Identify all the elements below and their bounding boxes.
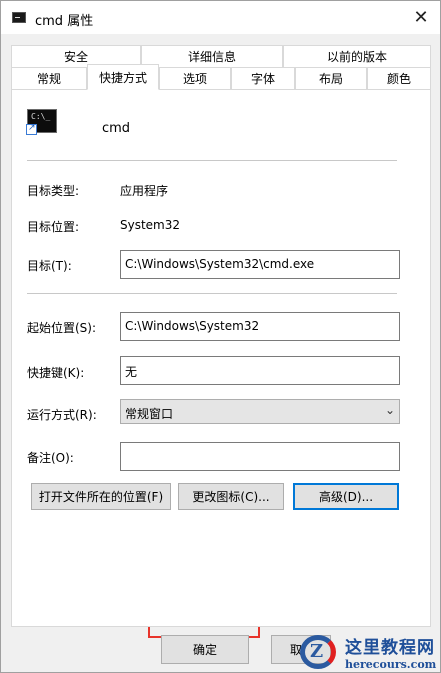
watermark-logo: Z <box>297 632 341 672</box>
prompt-text: C:\_ <box>31 112 51 121</box>
tab-label: 以前的版本 <box>326 50 387 64</box>
properties-dialog: cmd 属性 ✕ 安全 详细信息 以前的版本 常规 快捷方式 选项 字体 布局 <box>0 0 441 673</box>
watermark: Z 这里教程网 herecours.com <box>297 630 441 673</box>
tab-label: 选项 <box>182 72 207 86</box>
tab-details[interactable]: 详细信息 <box>141 45 283 68</box>
tab-label: 常规 <box>36 72 61 86</box>
run-select[interactable]: 常规窗口 ⌄ <box>120 399 400 424</box>
window-title: cmd 属性 <box>35 14 94 29</box>
cmd-window-icon <box>12 12 26 23</box>
tab-previous-versions[interactable]: 以前的版本 <box>283 45 431 68</box>
target-input[interactable]: C:\Windows\System32\cmd.exe <box>120 250 400 279</box>
tab-options[interactable]: 选项 <box>159 67 231 90</box>
advanced-button[interactable]: 高级(D)... <box>293 483 399 510</box>
hotkey-input[interactable]: 无 <box>120 356 400 385</box>
tab-label: 安全 <box>63 50 88 64</box>
tab-label: 布局 <box>318 72 343 86</box>
target-type-value: 应用程序 <box>120 184 169 198</box>
watermark-subtitle: herecours.com <box>345 658 437 671</box>
shortcut-panel: C:\_ cmd 目标类型: 应用程序 目标位置: System32 目标(T)… <box>11 89 431 627</box>
close-icon: ✕ <box>413 6 429 28</box>
tab-label: 字体 <box>250 72 275 86</box>
open-file-location-button[interactable]: 打开文件所在的位置(F) <box>31 483 171 510</box>
tab-shortcut[interactable]: 快捷方式 <box>87 64 159 90</box>
tab-label: 快捷方式 <box>98 70 147 85</box>
comment-input[interactable] <box>120 442 400 471</box>
close-button[interactable]: ✕ <box>406 3 436 31</box>
target-location-label: 目标位置: <box>27 220 80 234</box>
watermark-title: 这里教程网 <box>345 638 435 658</box>
chevron-down-icon: ⌄ <box>384 403 395 417</box>
comment-label: 备注(O): <box>27 451 74 465</box>
tab-font[interactable]: 字体 <box>231 67 295 90</box>
target-type-label: 目标类型: <box>27 184 80 198</box>
app-name: cmd <box>102 121 131 136</box>
watermark-text: 这里教程网 herecours.com <box>345 633 436 671</box>
run-select-value: 常规窗口 <box>125 407 174 421</box>
tab-label: 颜色 <box>386 72 411 86</box>
button-label: 高级(D)... <box>318 490 374 504</box>
start-in-input[interactable]: C:\Windows\System32 <box>120 312 400 341</box>
target-label: 目标(T): <box>27 259 72 273</box>
tab-general[interactable]: 常规 <box>11 67 87 90</box>
target-location-value: System32 <box>120 218 181 232</box>
divider <box>27 160 397 161</box>
start-in-label: 起始位置(S): <box>27 321 97 335</box>
title-bar: cmd 属性 ✕ <box>1 1 440 34</box>
ok-button[interactable]: 确定 <box>161 635 249 664</box>
logo-letter: Z <box>310 641 324 662</box>
hotkey-label: 快捷键(K): <box>27 366 85 380</box>
tab-colors[interactable]: 颜色 <box>367 67 431 90</box>
tab-label: 详细信息 <box>187 50 236 64</box>
shortcut-arrow-icon <box>26 123 37 135</box>
cmd-app-icon: C:\_ <box>26 109 57 135</box>
divider <box>27 293 397 294</box>
run-label: 运行方式(R): <box>27 408 97 422</box>
button-label: 更改图标(C)... <box>192 490 270 504</box>
tab-layout[interactable]: 布局 <box>295 67 367 90</box>
button-label: 打开文件所在的位置(F) <box>38 490 164 504</box>
button-label: 确定 <box>192 643 217 657</box>
change-icon-button[interactable]: 更改图标(C)... <box>178 483 284 510</box>
